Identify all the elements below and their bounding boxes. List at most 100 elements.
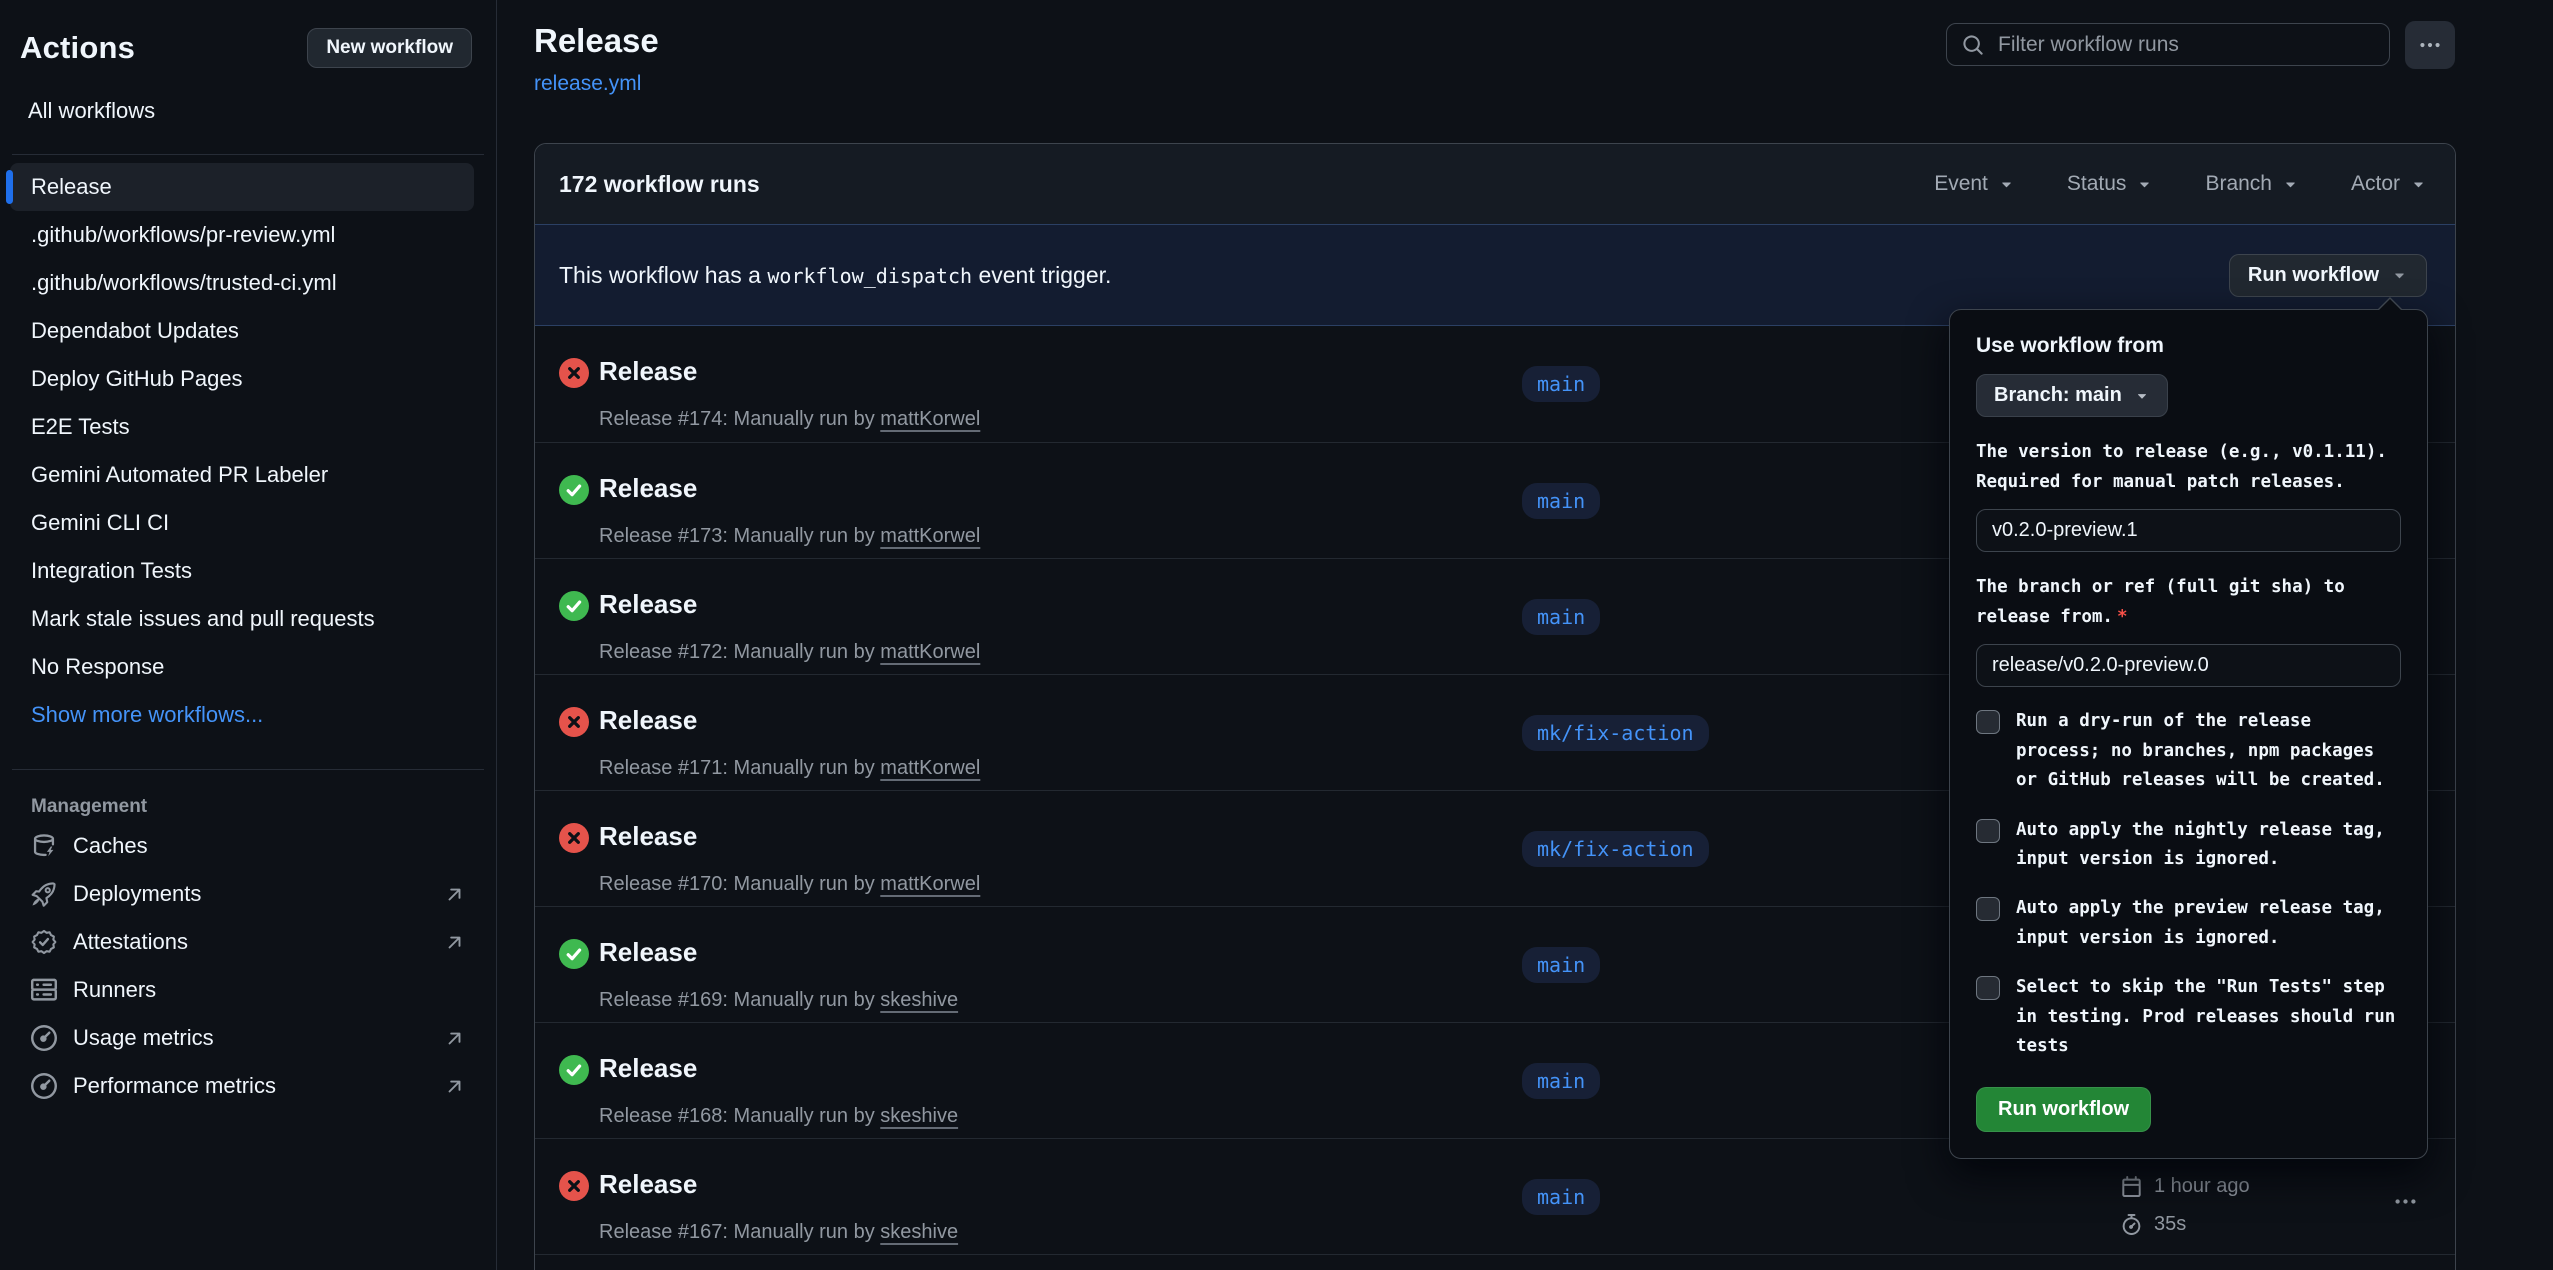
run-title-link[interactable]: Release	[599, 589, 697, 620]
run-options-kebab-button[interactable]	[2390, 1186, 2421, 1217]
sidebar-workflow-label: Deploy GitHub Pages	[31, 366, 243, 392]
workflow-options-kebab-button[interactable]	[2405, 21, 2455, 69]
run-title-link[interactable]: Release	[599, 356, 697, 387]
sidebar-workflow-item[interactable]: Release	[10, 163, 474, 211]
dropdown-checkbox-row: Run a dry-run of the release process; no…	[1976, 707, 2401, 795]
external-link-icon	[445, 933, 464, 952]
run-description: Release #171: Manually run by mattKorwel	[599, 757, 980, 780]
run-branch-badge[interactable]: mk/fix-action	[1522, 715, 1709, 751]
filter-workflow-runs-input[interactable]	[1996, 32, 2389, 58]
run-branch-badge[interactable]: main	[1522, 483, 1600, 519]
run-title-link[interactable]: Release	[599, 473, 697, 504]
chevron-down-icon	[2410, 176, 2427, 193]
partial-next-run-row	[535, 1254, 2455, 1270]
runs-filter-event[interactable]: Event	[1934, 172, 2015, 196]
runs-filter-actor[interactable]: Actor	[2351, 172, 2427, 196]
run-title-link[interactable]: Release	[599, 1053, 697, 1084]
stopwatch-icon	[2121, 1214, 2142, 1235]
checkbox[interactable]	[1976, 819, 2000, 843]
management-item-label: Attestations	[73, 929, 188, 955]
kebab-icon	[2419, 34, 2441, 56]
new-workflow-button[interactable]: New workflow	[307, 28, 472, 68]
run-actor-link[interactable]: skeshive	[880, 989, 958, 1011]
branch-select-button[interactable]: Branch: main	[1976, 374, 2168, 417]
run-actor-link[interactable]: skeshive	[880, 1105, 958, 1127]
run-description: Release #169: Manually run by skeshive	[599, 989, 958, 1012]
sidebar-item-all-workflows[interactable]: All workflows	[28, 98, 496, 124]
search-icon	[1962, 34, 1984, 56]
sidebar-workflow-label: Gemini Automated PR Labeler	[31, 462, 328, 488]
checkbox-label: Select to skip the "Run Tests" step in t…	[2016, 973, 2401, 1061]
sidebar-workflow-item[interactable]: No Response	[10, 643, 474, 691]
workflow-file-link[interactable]: release.yml	[534, 72, 659, 96]
sidebar-workflow-item[interactable]: Gemini Automated PR Labeler	[10, 451, 474, 499]
version-input[interactable]	[1976, 509, 2401, 552]
run-status-icon	[559, 823, 589, 853]
run-workflow-dropdown-button[interactable]: Run workflow	[2229, 254, 2427, 297]
filter-workflow-runs-field[interactable]	[1946, 23, 2390, 66]
sidebar-management-item[interactable]: Caches	[10, 822, 474, 870]
run-branch-badge[interactable]: main	[1522, 1063, 1600, 1099]
run-actor-link[interactable]: mattKorwel	[880, 408, 980, 430]
run-branch-badge[interactable]: main	[1522, 947, 1600, 983]
run-workflow-submit-button[interactable]: Run workflow	[1976, 1087, 2151, 1132]
sidebar-workflow-label: Release	[31, 174, 112, 200]
runs-filter-status[interactable]: Status	[2067, 172, 2154, 196]
run-actor-link[interactable]: skeshive	[880, 1221, 958, 1243]
run-description: Release #172: Manually run by mattKorwel	[599, 641, 980, 664]
chevron-down-icon	[2134, 388, 2150, 404]
external-link-icon	[445, 885, 464, 904]
required-asterisk: *	[2117, 607, 2128, 627]
checkbox[interactable]	[1976, 976, 2000, 1000]
dispatch-banner-text: This workflow has a workflow_dispatch ev…	[559, 262, 1111, 289]
sidebar-workflow-item[interactable]: Integration Tests	[10, 547, 474, 595]
run-status-icon	[559, 591, 589, 621]
checkbox-label: Run a dry-run of the release process; no…	[2016, 707, 2401, 795]
sidebar-management-item[interactable]: Performance metrics	[10, 1062, 474, 1110]
runs-count-label: 172 workflow runs	[559, 171, 760, 198]
sidebar-management-item[interactable]: Usage metrics	[10, 1014, 474, 1062]
actions-sidebar: Actions New workflow All workflows Relea…	[0, 0, 497, 1270]
sidebar-management-item[interactable]: Runners	[10, 966, 474, 1014]
sidebar-workflow-item[interactable]: .github/workflows/pr-review.yml	[10, 211, 474, 259]
checkbox-label: Auto apply the nightly release tag, inpu…	[2016, 816, 2401, 875]
run-branch-badge[interactable]: main	[1522, 1179, 1600, 1215]
ref-input[interactable]	[1976, 644, 2401, 687]
run-title-link[interactable]: Release	[599, 1169, 697, 1200]
workflow-dispatch-code: workflow_dispatch	[767, 264, 972, 288]
sidebar-workflow-item[interactable]: Show more workflows...	[10, 691, 474, 739]
run-actor-link[interactable]: mattKorwel	[880, 641, 980, 663]
run-status-icon	[559, 1171, 589, 1201]
page-header: Release release.yml	[534, 22, 659, 96]
run-status-icon	[559, 475, 589, 505]
version-input-description: The version to release (e.g., v0.1.11). …	[1976, 437, 2401, 497]
sidebar-workflow-item[interactable]: .github/workflows/trusted-ci.yml	[10, 259, 474, 307]
sidebar-workflow-item[interactable]: Gemini CLI CI	[10, 499, 474, 547]
sidebar-title: Actions	[20, 30, 135, 66]
management-icon	[31, 881, 57, 907]
run-status-icon	[559, 707, 589, 737]
checkbox[interactable]	[1976, 897, 2000, 921]
sidebar-workflow-item[interactable]: Mark stale issues and pull requests	[10, 595, 474, 643]
actions-workflow-page: { "colors": { "accent_blue": "#4493f8", …	[0, 0, 2553, 1270]
dropdown-checkbox-row: Auto apply the preview release tag, inpu…	[1976, 894, 2401, 953]
run-title-link[interactable]: Release	[599, 705, 697, 736]
run-title-link[interactable]: Release	[599, 821, 697, 852]
runs-filter-branch[interactable]: Branch	[2205, 172, 2299, 196]
runs-filter-label: Actor	[2351, 172, 2400, 196]
run-actor-link[interactable]: mattKorwel	[880, 873, 980, 895]
run-actor-link[interactable]: mattKorwel	[880, 525, 980, 547]
sidebar-workflow-item[interactable]: Deploy GitHub Pages	[10, 355, 474, 403]
checkbox[interactable]	[1976, 710, 2000, 734]
run-branch-badge[interactable]: main	[1522, 366, 1600, 402]
run-branch-badge[interactable]: mk/fix-action	[1522, 831, 1709, 867]
dropdown-checkbox-row: Auto apply the nightly release tag, inpu…	[1976, 816, 2401, 875]
sidebar-workflow-item[interactable]: Dependabot Updates	[10, 307, 474, 355]
sidebar-management-item[interactable]: Deployments	[10, 870, 474, 918]
sidebar-workflow-label: Dependabot Updates	[31, 318, 239, 344]
run-title-link[interactable]: Release	[599, 937, 697, 968]
run-actor-link[interactable]: mattKorwel	[880, 757, 980, 779]
sidebar-workflow-item[interactable]: E2E Tests	[10, 403, 474, 451]
sidebar-management-item[interactable]: Attestations	[10, 918, 474, 966]
run-branch-badge[interactable]: main	[1522, 599, 1600, 635]
